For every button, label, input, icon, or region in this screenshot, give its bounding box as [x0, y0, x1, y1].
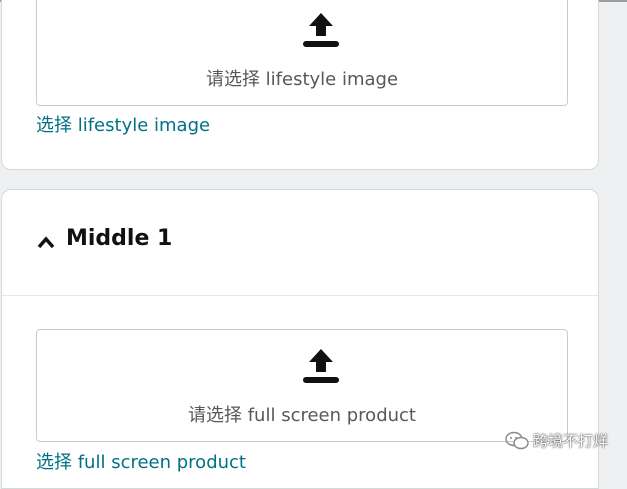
wechat-logo-icon: [505, 431, 529, 449]
full-screen-product-dropzone[interactable]: 请选择 full screen product: [36, 329, 568, 442]
dropzone-label: 请选择 full screen product: [188, 405, 416, 426]
section-title: Middle 1: [66, 226, 173, 251]
upload-icon: [303, 13, 339, 47]
lifestyle-image-card: 请选择 lifestyle image 选择 lifestyle image: [1, 0, 599, 170]
watermark-text: 跨境不打烊: [533, 432, 609, 450]
section-header[interactable]: Middle 1: [2, 190, 598, 296]
dropzone-label: 请选择 lifestyle image: [205, 69, 399, 90]
chevron-up-icon[interactable]: [36, 234, 56, 250]
upload-icon: [303, 349, 339, 383]
watermark: 跨境不打烊: [505, 430, 608, 451]
select-lifestyle-image-link[interactable]: 选择 lifestyle image: [36, 111, 210, 137]
select-full-screen-product-link[interactable]: 选择 full screen product: [36, 448, 246, 474]
lifestyle-image-dropzone[interactable]: 请选择 lifestyle image: [36, 0, 568, 106]
